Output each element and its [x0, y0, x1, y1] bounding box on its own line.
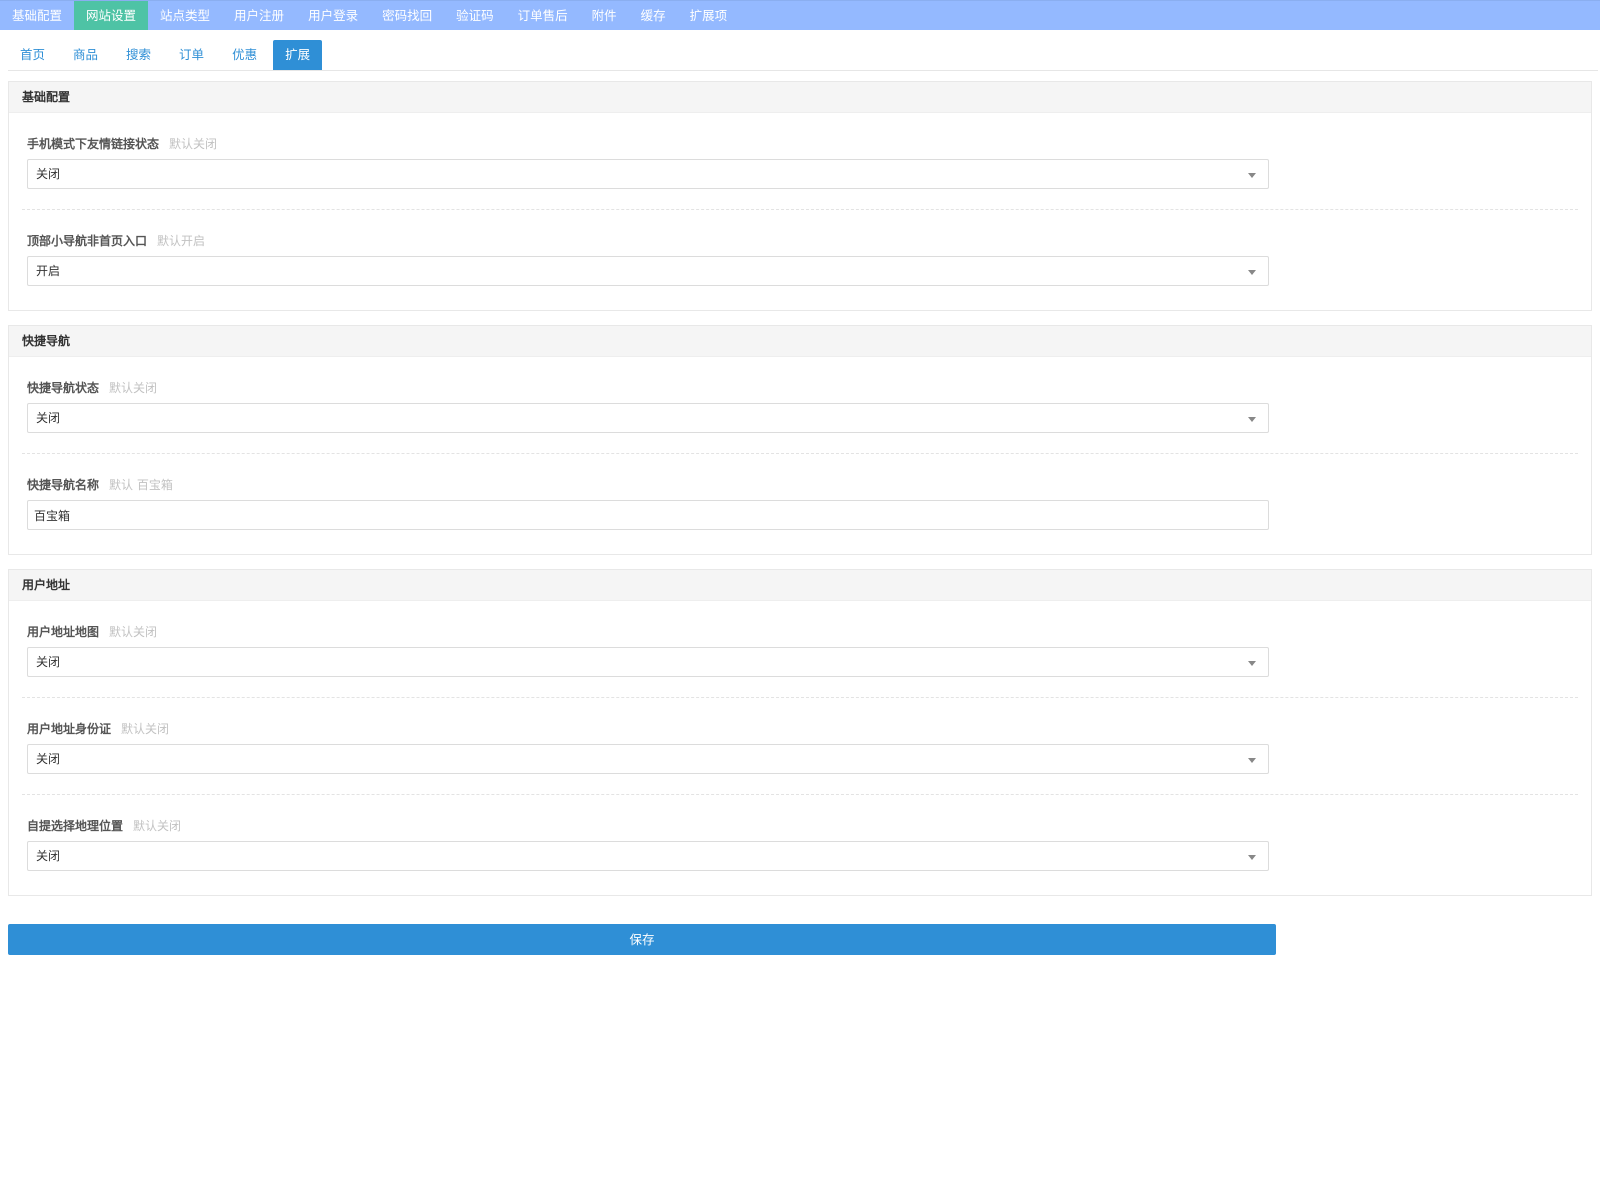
- field-pickup-location: 自提选择地理位置 默认关闭 关闭: [22, 795, 1578, 895]
- field-address-id-card: 用户地址身份证 默认关闭 关闭: [22, 698, 1578, 795]
- top-nav-entry-select[interactable]: 开启: [27, 256, 1269, 286]
- quick-nav-status-select[interactable]: 关闭: [27, 403, 1269, 433]
- select-value: 关闭: [36, 411, 61, 425]
- field-label: 用户地址地图: [27, 625, 100, 639]
- pickup-location-select[interactable]: 关闭: [27, 841, 1269, 871]
- field-top-nav-entry: 顶部小导航非首页入口 默认开启 开启: [22, 210, 1578, 310]
- field-hint: 默认关闭: [109, 625, 158, 639]
- tab-search[interactable]: 搜索: [114, 40, 163, 70]
- top-nav-item-site-settings[interactable]: 网站设置: [74, 1, 149, 30]
- mobile-friend-links-select[interactable]: 关闭: [27, 159, 1269, 189]
- field-label: 快捷导航名称: [27, 478, 100, 492]
- caret-down-icon: [1248, 173, 1256, 178]
- top-nav-item-cache[interactable]: 缓存: [629, 1, 678, 30]
- top-nav-item-user-register[interactable]: 用户注册: [222, 1, 296, 30]
- save-button[interactable]: 保存: [8, 924, 1276, 955]
- address-map-select[interactable]: 关闭: [27, 647, 1269, 677]
- select-value: 关闭: [36, 752, 61, 766]
- top-nav-item-basic-config[interactable]: 基础配置: [0, 1, 74, 30]
- field-hint: 默认关闭: [133, 819, 182, 833]
- select-value: 开启: [36, 264, 61, 278]
- tab-extend[interactable]: 扩展: [273, 40, 323, 70]
- top-nav-item-site-type[interactable]: 站点类型: [148, 1, 222, 30]
- field-hint: 默认关闭: [169, 137, 218, 151]
- panel-title: 用户地址: [9, 570, 1591, 601]
- caret-down-icon: [1248, 417, 1256, 422]
- field-mobile-friend-links: 手机模式下友情链接状态 默认关闭 关闭: [22, 113, 1578, 210]
- field-hint: 默认关闭: [109, 381, 158, 395]
- top-nav-item-password-recovery[interactable]: 密码找回: [370, 1, 444, 30]
- top-nav-item-user-login[interactable]: 用户登录: [296, 1, 370, 30]
- select-value: 关闭: [36, 655, 61, 669]
- caret-down-icon: [1248, 270, 1256, 275]
- select-value: 关闭: [36, 167, 61, 181]
- field-label: 顶部小导航非首页入口: [27, 234, 148, 248]
- select-value: 关闭: [36, 849, 61, 863]
- tab-home[interactable]: 首页: [8, 40, 57, 70]
- panel-title: 基础配置: [9, 82, 1591, 113]
- field-label: 快捷导航状态: [27, 381, 100, 395]
- field-label: 手机模式下友情链接状态: [27, 137, 160, 151]
- field-hint: 默认开启: [157, 234, 206, 248]
- panel-quick-nav: 快捷导航 快捷导航状态 默认关闭 关闭 快捷导航名称 默认 百宝箱: [8, 325, 1592, 555]
- panel-user-address: 用户地址 用户地址地图 默认关闭 关闭 用户地址身份证 默认关闭 关闭 自提选择地理…: [8, 569, 1592, 896]
- field-address-map: 用户地址地图 默认关闭 关闭: [22, 601, 1578, 698]
- address-id-card-select[interactable]: 关闭: [27, 744, 1269, 774]
- tab-order[interactable]: 订单: [167, 40, 216, 70]
- field-quick-nav-status: 快捷导航状态 默认关闭 关闭: [22, 357, 1578, 454]
- top-nav-item-after-sales[interactable]: 订单售后: [506, 1, 580, 30]
- field-hint: 默认关闭: [121, 722, 170, 736]
- top-nav: 基础配置 网站设置 站点类型 用户注册 用户登录 密码找回 验证码 订单售后 附…: [0, 0, 1600, 30]
- caret-down-icon: [1248, 661, 1256, 666]
- caret-down-icon: [1248, 855, 1256, 860]
- panel-basic-config: 基础配置 手机模式下友情链接状态 默认关闭 关闭 顶部小导航非首页入口 默认开启 开…: [8, 81, 1592, 311]
- field-quick-nav-name: 快捷导航名称 默认 百宝箱: [22, 454, 1578, 554]
- panel-title: 快捷导航: [9, 326, 1591, 357]
- quick-nav-name-input[interactable]: [27, 500, 1269, 530]
- field-label: 自提选择地理位置: [27, 819, 124, 833]
- top-nav-item-extensions[interactable]: 扩展项: [678, 1, 740, 30]
- top-nav-item-captcha[interactable]: 验证码: [444, 1, 506, 30]
- tab-discount[interactable]: 优惠: [220, 40, 269, 70]
- field-label: 用户地址身份证: [27, 722, 112, 736]
- tab-goods[interactable]: 商品: [61, 40, 110, 70]
- field-hint: 默认 百宝箱: [109, 478, 173, 492]
- sub-tabs: 首页 商品 搜索 订单 优惠 扩展: [8, 40, 1598, 71]
- top-nav-item-attachments[interactable]: 附件: [580, 1, 629, 30]
- caret-down-icon: [1248, 758, 1256, 763]
